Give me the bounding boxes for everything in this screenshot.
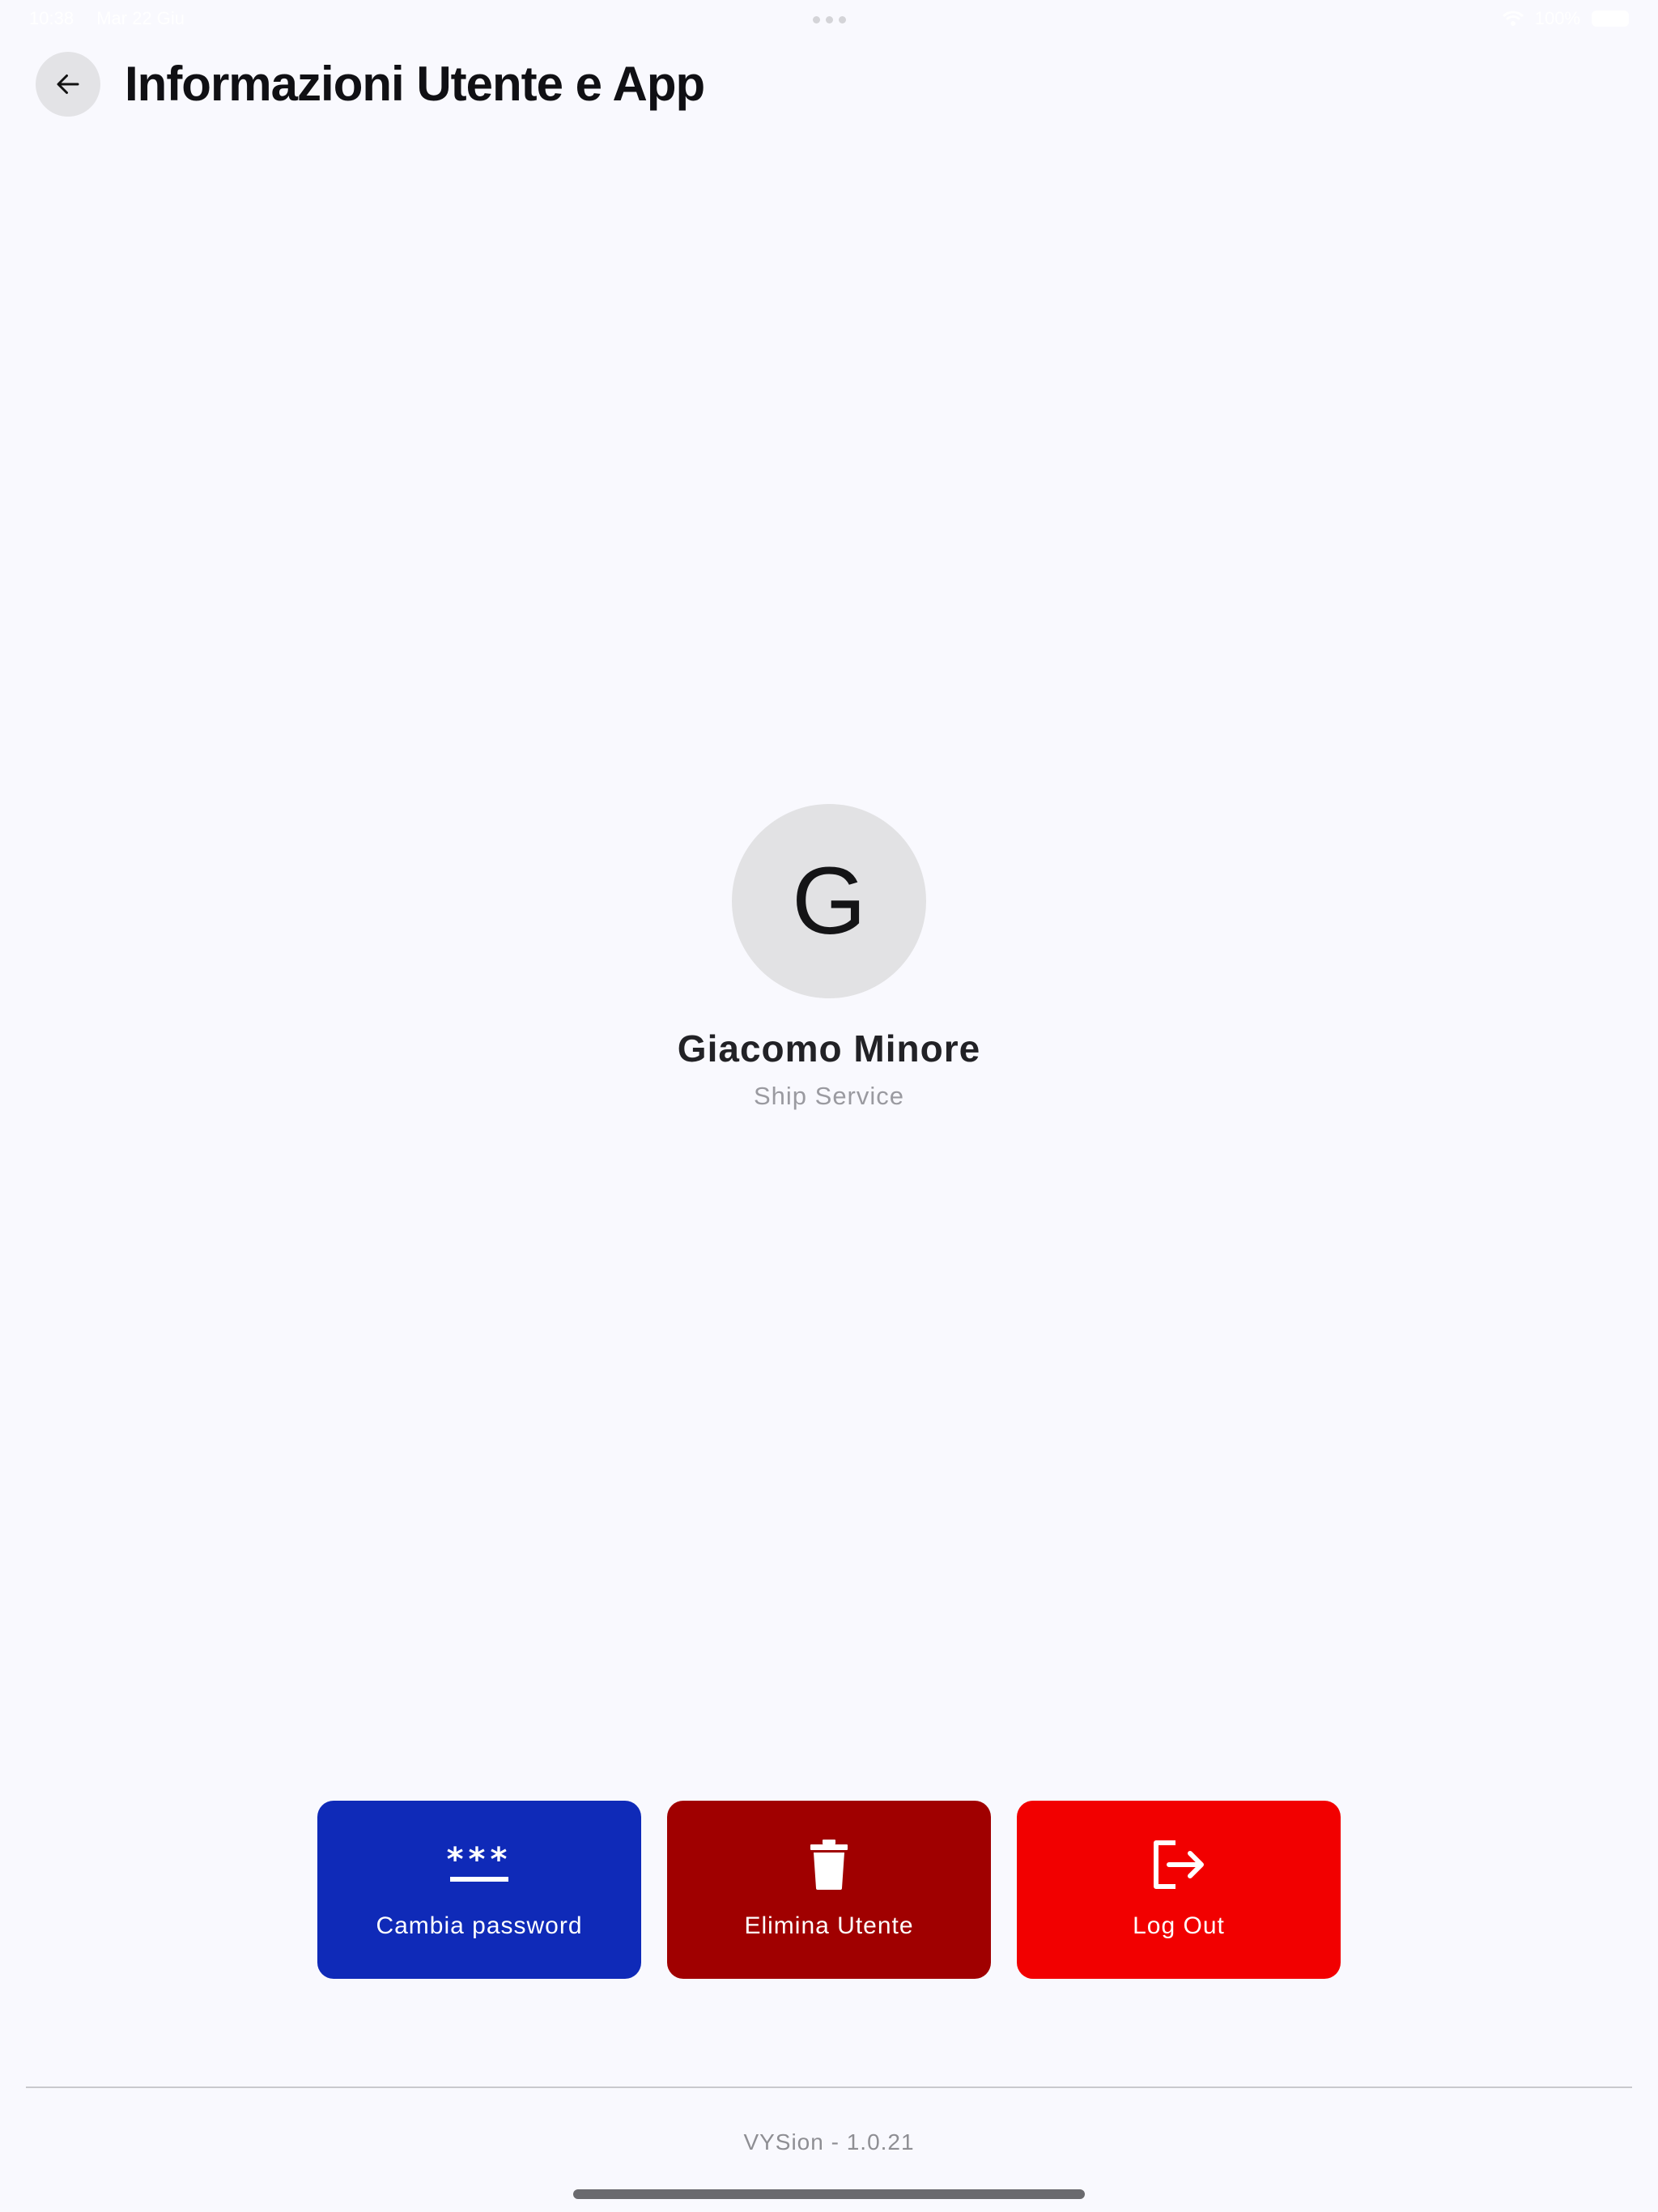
- user-name: Giacomo Minore: [677, 1027, 981, 1070]
- status-time: 10:38: [29, 8, 74, 28]
- multitasking-dots-icon[interactable]: [813, 16, 846, 23]
- trash-icon: [809, 1838, 849, 1891]
- back-button[interactable]: [36, 52, 100, 117]
- app-version: VYSion - 1.0.21: [743, 2129, 915, 2155]
- logout-icon: [1151, 1838, 1206, 1891]
- wifi-icon: [1502, 11, 1524, 26]
- status-bar: 10:38 Mar 22 Giu 100%: [0, 0, 1658, 39]
- battery-icon: [1592, 11, 1629, 27]
- status-date: Mar 22 Giu: [96, 8, 185, 28]
- delete-user-button[interactable]: Elimina Utente: [667, 1801, 991, 1979]
- user-role: Ship Service: [753, 1082, 905, 1110]
- password-icon: ***: [447, 1838, 512, 1891]
- avatar: G: [732, 804, 926, 998]
- change-password-label: Cambia password: [376, 1912, 583, 1939]
- change-password-button[interactable]: *** Cambia password: [317, 1801, 641, 1979]
- status-indicators: 100%: [1502, 8, 1629, 29]
- battery-percent: 100%: [1534, 8, 1580, 28]
- arrow-left-icon: [57, 74, 79, 94]
- logout-label: Log Out: [1133, 1912, 1225, 1939]
- delete-user-label: Elimina Utente: [744, 1912, 914, 1939]
- logout-button[interactable]: Log Out: [1017, 1801, 1341, 1979]
- user-info-screen: 10:38 Mar 22 Giu 100% Informazioni Utent…: [0, 0, 1658, 2212]
- status-time-date: 10:38 Mar 22 Giu: [29, 8, 202, 29]
- page-title: Informazioni Utente e App: [125, 57, 705, 111]
- footer-divider: [26, 2087, 1632, 2088]
- home-indicator[interactable]: [573, 2189, 1085, 2199]
